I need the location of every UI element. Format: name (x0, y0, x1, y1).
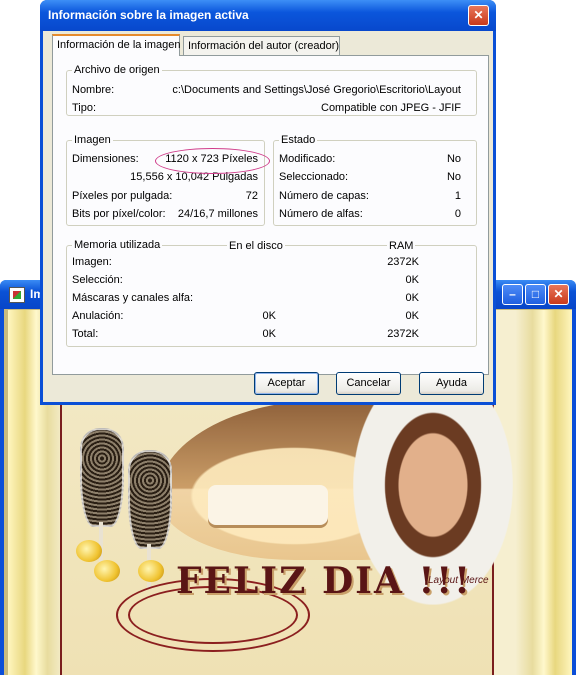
alphas-value: 0 (454, 208, 461, 220)
layers-label: Número de capas: (279, 190, 369, 202)
image-legend: Imagen (74, 134, 111, 146)
tab-panel-image-info: Archivo de origen Nombre: c:\Documents a… (52, 55, 489, 375)
ppi-label: Píxeles por pulgada: (72, 190, 173, 202)
bpp-label: Bits por píxel/color: (72, 208, 166, 220)
memory-row-ram: 2372K (387, 256, 419, 268)
cancel-button[interactable]: Cancelar (336, 372, 401, 395)
memory-row-label: Anulación: (72, 310, 124, 322)
memory-row-ram: 0K (405, 292, 419, 304)
memory-row-ram: 2372K (387, 328, 419, 340)
dimensions-label: Dimensiones: (72, 153, 139, 165)
memory-ram-header: RAM (387, 240, 416, 252)
file-type-value: Compatible con JPEG - JFIF (321, 102, 461, 114)
memory-legend: Memoria utilizada (74, 239, 161, 251)
memory-row-disk: 0K (262, 328, 276, 340)
help-button[interactable]: Ayuda (419, 372, 484, 395)
ok-button[interactable]: Aceptar (254, 372, 319, 395)
minimize-button[interactable]: – (502, 284, 523, 305)
file-type-label: Tipo: (72, 102, 97, 114)
source-file-legend: Archivo de origen (74, 64, 160, 76)
layers-value: 1 (454, 190, 461, 202)
tab-author-info[interactable]: Información del autor (creador) (183, 36, 340, 55)
bed-shape (208, 485, 328, 525)
ppi-value: 72 (245, 190, 258, 202)
memory-row-ram: 0K (405, 310, 419, 322)
memory-row-disk: 0K (262, 310, 276, 322)
memory-row-label: Máscaras y canales alfa: (72, 292, 194, 304)
bpp-value: 24/16,7 millones (177, 208, 258, 220)
image-document-icon (9, 287, 25, 303)
champagne-glass-left (80, 428, 124, 567)
yellow-rose-2 (94, 560, 120, 582)
memory-row-ram: 0K (405, 274, 419, 286)
selected-value: No (446, 171, 461, 183)
annotation-oval (155, 148, 270, 174)
memory-row-label: Imagen: (72, 256, 112, 268)
yellow-rose-1 (76, 540, 102, 562)
memory-disk-header: En el disco (227, 240, 285, 252)
selected-label: Seleccionado: (279, 171, 349, 183)
close-button[interactable]: ✕ (548, 284, 569, 305)
dialog-title: Información sobre la imagen activa (48, 8, 249, 22)
maximize-button[interactable]: □ (525, 284, 546, 305)
alphas-label: Número de alfas: (279, 208, 363, 220)
modified-value: No (446, 153, 461, 165)
image-info-dialog: Información sobre la imagen activa ✕ Inf… (40, 0, 496, 405)
status-legend: Estado (281, 134, 316, 146)
dialog-close-button[interactable]: ✕ (468, 5, 489, 26)
tab-image-info[interactable]: Información de la imagen (52, 34, 181, 56)
memory-row-label: Selección: (72, 274, 123, 286)
dialog-titlebar[interactable]: Información sobre la imagen activa ✕ (40, 0, 496, 31)
yellow-rose-3 (138, 560, 164, 582)
dialog-body: Información de la imagen Información del… (43, 31, 493, 402)
modified-label: Modificado: (279, 153, 336, 165)
champagne-glass-right (128, 450, 172, 589)
memory-row-label: Total: (72, 328, 99, 340)
signature-text: Layout Merce (428, 575, 489, 586)
file-name-label: Nombre: (72, 84, 115, 96)
file-name-value: c:\Documents and Settings\José Gregorio\… (172, 84, 461, 96)
